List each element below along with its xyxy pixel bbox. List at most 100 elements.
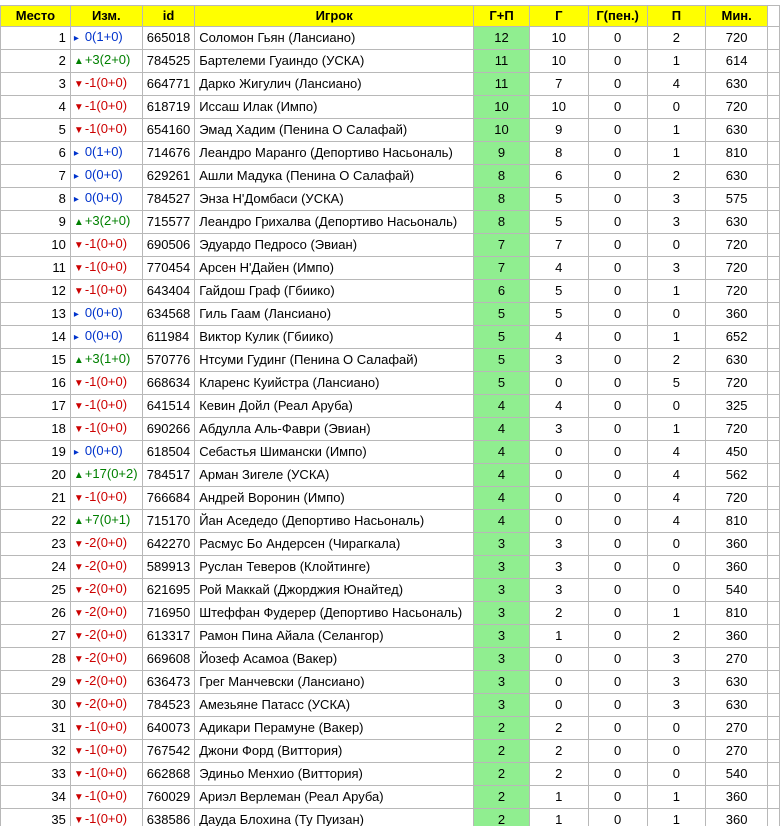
cell-goals[interactable]: 9 — [528, 118, 589, 142]
cell-penalty-goals[interactable]: 0 — [587, 118, 648, 142]
cell-penalty-goals[interactable]: 0 — [587, 578, 648, 602]
cell-id[interactable]: 613317 — [141, 624, 196, 648]
cell-assists[interactable]: 0 — [646, 739, 707, 763]
cell-player[interactable]: Амезьяне Патасс (УСКА) — [194, 693, 475, 717]
cell-minutes[interactable]: 720 — [705, 486, 769, 510]
cell-id[interactable]: 642270 — [141, 532, 196, 556]
cell-id[interactable]: 636473 — [141, 670, 196, 694]
cell-player[interactable]: Грег Манчевски (Лансиано) — [194, 670, 475, 694]
cell-goals-assists[interactable]: 7 — [473, 256, 530, 280]
cell-player[interactable]: Джони Форд (Виттория) — [194, 739, 475, 763]
header-change[interactable]: Изм. — [69, 5, 143, 27]
cell-minutes[interactable]: 540 — [705, 762, 769, 786]
header-id[interactable]: id — [141, 5, 196, 27]
cell-player[interactable]: Эмад Хадим (Пенина О Салафай) — [194, 118, 475, 142]
cell-change[interactable]: ▼-1(0+0) — [69, 808, 143, 826]
cell-id[interactable]: 640073 — [141, 716, 196, 740]
cell-penalty-goals[interactable]: 0 — [587, 601, 648, 625]
cell-penalty-goals[interactable]: 0 — [587, 785, 648, 809]
cell-penalty-goals[interactable]: 0 — [587, 532, 648, 556]
cell-goals-assists[interactable]: 5 — [473, 325, 530, 349]
cell-minutes[interactable]: 614 — [705, 49, 769, 73]
cell-goals-assists[interactable]: 2 — [473, 785, 530, 809]
cell-minutes[interactable]: 360 — [705, 808, 769, 826]
cell-minutes[interactable]: 360 — [705, 785, 769, 809]
cell-id[interactable]: 715577 — [141, 210, 196, 234]
cell-goals-assists[interactable]: 3 — [473, 532, 530, 556]
cell-assists[interactable]: 1 — [646, 808, 707, 826]
cell-goals[interactable]: 7 — [528, 233, 589, 257]
cell-player[interactable]: Энза Н'Домбаси (УСКА) — [194, 187, 475, 211]
cell-player[interactable]: Расмус Бо Андерсен (Чирагкала) — [194, 532, 475, 556]
header-player[interactable]: Игрок — [194, 5, 475, 27]
cell-minutes[interactable]: 450 — [705, 440, 769, 464]
cell-goals[interactable]: 4 — [528, 256, 589, 280]
cell-penalty-goals[interactable]: 0 — [587, 371, 648, 395]
cell-assists[interactable]: 1 — [646, 785, 707, 809]
cell-player[interactable]: Нтсуми Гудинг (Пенина О Салафай) — [194, 348, 475, 372]
cell-player[interactable]: Дарко Жигулич (Лансиано) — [194, 72, 475, 96]
cell-assists[interactable]: 1 — [646, 118, 707, 142]
cell-goals-assists[interactable]: 5 — [473, 371, 530, 395]
cell-assists[interactable]: 1 — [646, 325, 707, 349]
cell-minutes[interactable]: 810 — [705, 509, 769, 533]
cell-goals-assists[interactable]: 10 — [473, 118, 530, 142]
cell-assists[interactable]: 1 — [646, 279, 707, 303]
cell-place[interactable]: 24 — [0, 555, 71, 579]
cell-assists[interactable]: 2 — [646, 348, 707, 372]
cell-place[interactable]: 8 — [0, 187, 71, 211]
cell-player[interactable]: Рой Маккай (Джорджия Юнайтед) — [194, 578, 475, 602]
cell-assists[interactable]: 4 — [646, 440, 707, 464]
cell-goals[interactable]: 4 — [528, 394, 589, 418]
cell-player[interactable]: Себастья Шимански (Импо) — [194, 440, 475, 464]
cell-penalty-goals[interactable]: 0 — [587, 279, 648, 303]
cell-id[interactable]: 784517 — [141, 463, 196, 487]
cell-penalty-goals[interactable]: 0 — [587, 26, 648, 50]
cell-change[interactable]: ▲+3(1+0) — [69, 348, 143, 372]
cell-penalty-goals[interactable]: 0 — [587, 394, 648, 418]
cell-change[interactable]: ▸ 0(0+0) — [69, 325, 143, 349]
cell-penalty-goals[interactable]: 0 — [587, 210, 648, 234]
cell-goals-assists[interactable]: 11 — [473, 72, 530, 96]
cell-change[interactable]: ▼-2(0+0) — [69, 670, 143, 694]
cell-place[interactable]: 25 — [0, 578, 71, 602]
cell-goals[interactable]: 1 — [528, 624, 589, 648]
cell-goals-assists[interactable]: 3 — [473, 647, 530, 671]
cell-goals[interactable]: 5 — [528, 210, 589, 234]
cell-penalty-goals[interactable]: 0 — [587, 555, 648, 579]
cell-change[interactable]: ▼-1(0+0) — [69, 72, 143, 96]
cell-assists[interactable]: 1 — [646, 49, 707, 73]
cell-place[interactable]: 19 — [0, 440, 71, 464]
cell-id[interactable]: 634568 — [141, 302, 196, 326]
cell-change[interactable]: ▸ 0(1+0) — [69, 141, 143, 165]
cell-change[interactable]: ▲+17(0+2) — [69, 463, 143, 487]
cell-goals[interactable]: 6 — [528, 164, 589, 188]
cell-minutes[interactable]: 720 — [705, 371, 769, 395]
cell-place[interactable]: 2 — [0, 49, 71, 73]
cell-goals[interactable]: 7 — [528, 72, 589, 96]
cell-goals[interactable]: 2 — [528, 716, 589, 740]
cell-change[interactable]: ▼-1(0+0) — [69, 417, 143, 441]
cell-id[interactable]: 690266 — [141, 417, 196, 441]
cell-place[interactable]: 14 — [0, 325, 71, 349]
cell-player[interactable]: Ашли Мадука (Пенина О Салафай) — [194, 164, 475, 188]
cell-minutes[interactable]: 360 — [705, 532, 769, 556]
cell-penalty-goals[interactable]: 0 — [587, 233, 648, 257]
cell-minutes[interactable]: 360 — [705, 555, 769, 579]
cell-id[interactable]: 641514 — [141, 394, 196, 418]
cell-assists[interactable]: 0 — [646, 532, 707, 556]
cell-player[interactable]: Арман Зигеле (УСКА) — [194, 463, 475, 487]
cell-minutes[interactable]: 562 — [705, 463, 769, 487]
cell-penalty-goals[interactable]: 0 — [587, 187, 648, 211]
cell-minutes[interactable]: 360 — [705, 302, 769, 326]
cell-player[interactable]: Абдулла Аль-Фаври (Эвиан) — [194, 417, 475, 441]
cell-place[interactable]: 5 — [0, 118, 71, 142]
header-penalty-goals[interactable]: Г(пен.) — [587, 5, 648, 27]
cell-minutes[interactable]: 630 — [705, 693, 769, 717]
cell-change[interactable]: ▼-2(0+0) — [69, 532, 143, 556]
cell-penalty-goals[interactable]: 0 — [587, 624, 648, 648]
cell-minutes[interactable]: 270 — [705, 716, 769, 740]
cell-id[interactable]: 611984 — [141, 325, 196, 349]
cell-minutes[interactable]: 630 — [705, 348, 769, 372]
cell-id[interactable]: 621695 — [141, 578, 196, 602]
